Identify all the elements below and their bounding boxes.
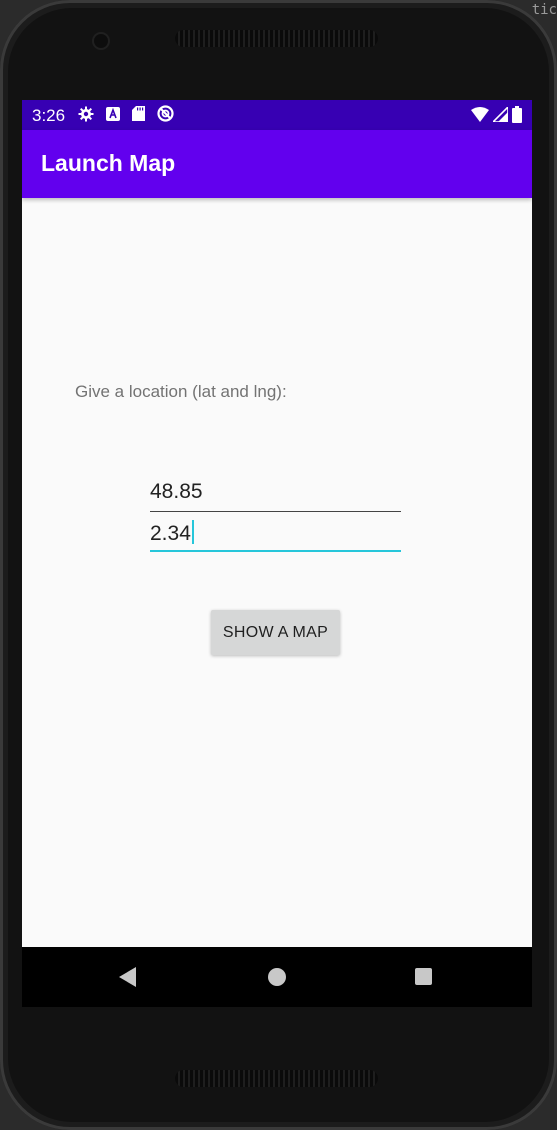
notification-icons bbox=[78, 105, 174, 127]
sd-card-icon bbox=[132, 106, 145, 126]
background-window-text: tic bbox=[531, 2, 557, 18]
longitude-underline bbox=[150, 550, 401, 552]
app-bar: Launch Map bbox=[22, 130, 532, 198]
wifi-icon bbox=[471, 107, 489, 127]
back-icon[interactable] bbox=[119, 967, 136, 987]
app-title: Launch Map bbox=[41, 150, 176, 176]
bottom-speaker bbox=[175, 1070, 378, 1087]
home-icon[interactable] bbox=[268, 968, 286, 986]
latitude-underline bbox=[150, 511, 401, 512]
front-camera bbox=[94, 34, 108, 48]
earpiece-speaker bbox=[175, 30, 378, 47]
battery-icon bbox=[512, 106, 522, 128]
location-prompt-label: Give a location (lat and lng): bbox=[75, 382, 287, 401]
status-bar: 3:26 bbox=[22, 100, 532, 130]
cell-signal-icon bbox=[491, 105, 509, 127]
system-status-icons bbox=[471, 105, 522, 128]
device-screen: 3:26 Launch Map Give a location (lat and… bbox=[22, 100, 532, 1007]
navigation-bar bbox=[22, 947, 532, 1007]
status-time: 3:26 bbox=[32, 106, 66, 125]
recents-icon[interactable] bbox=[415, 968, 432, 985]
a-badge-icon bbox=[106, 106, 120, 126]
phone-frame: 3:26 Launch Map Give a location (lat and… bbox=[0, 0, 557, 1130]
latitude-value[interactable]: 48.85 bbox=[150, 480, 203, 504]
no-disturb-icon bbox=[157, 105, 174, 127]
text-cursor bbox=[191, 520, 194, 544]
latitude-field[interactable]: 48.85 bbox=[150, 474, 401, 512]
longitude-field[interactable]: 2.34 bbox=[150, 514, 401, 552]
show-map-button[interactable]: SHOW A MAP bbox=[211, 610, 340, 655]
settings-icon bbox=[78, 106, 94, 127]
longitude-value[interactable]: 2.34 bbox=[150, 522, 191, 545]
